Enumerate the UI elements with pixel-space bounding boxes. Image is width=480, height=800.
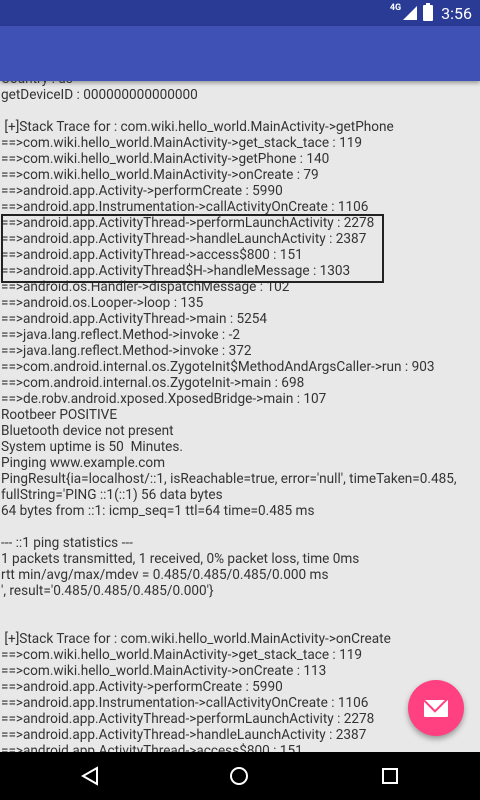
log-line: rtt min/avg/max/mdev = 0.485/0.485/0.485…: [1, 567, 329, 583]
status-bar: 4G 3:56: [0, 0, 480, 26]
email-fab-button[interactable]: [408, 680, 464, 736]
log-line: ', result='0.485/0.485/0.485/0.000'}: [1, 583, 214, 599]
log-line: Bluetooth device not present: [1, 423, 174, 439]
log-line: ==>android.os.Looper->loop : 135: [1, 295, 204, 311]
mail-icon: [424, 699, 448, 717]
log-line: ==>com.wiki.hello_world.MainActivity->ge…: [1, 151, 330, 167]
log-line: ==>com.wiki.hello_world.MainActivity->on…: [1, 167, 319, 183]
log-line: System uptime is 50 Minutes.: [1, 439, 183, 455]
log-line: [+]Stack Trace for : com.wiki.hello_worl…: [1, 119, 394, 135]
log-line: ==>android.app.ActivityThread->handleLau…: [1, 727, 367, 743]
log-line: ==>com.wiki.hello_world.MainActivity->ge…: [1, 647, 363, 663]
app-bar: [0, 26, 480, 81]
log-line: getDeviceID : 000000000000000: [1, 87, 198, 103]
log-line: Pinging www.example.com: [1, 455, 166, 471]
log-line: ==>android.app.ActivityThread->access$80…: [1, 743, 303, 752]
log-line: ==>de.robv.android.xposed.XposedBridge->…: [1, 391, 327, 407]
log-line: ==>android.app.ActivityThread->main : 52…: [1, 311, 268, 327]
log-line: ==>com.android.internal.os.ZygoteInit$Me…: [1, 359, 435, 375]
log-line: ==>android.app.Activity->performCreate :…: [1, 183, 283, 199]
log-line: ==>com.android.internal.os.ZygoteInit->m…: [1, 375, 305, 391]
recents-button[interactable]: [380, 766, 400, 786]
home-icon: [230, 767, 248, 785]
recents-icon: [382, 768, 398, 784]
log-text: Country : usgetDeviceID : 00000000000000…: [0, 81, 480, 752]
status-clock: 3:56: [441, 3, 472, 23]
log-line: Rootbeer POSITIVE: [1, 407, 118, 423]
navigation-bar: [0, 752, 480, 800]
log-line: ==>java.lang.reflect.Method->invoke : 37…: [1, 343, 252, 359]
log-line: ==>android.app.Activity->performCreate :…: [1, 679, 283, 695]
battery-icon: [423, 3, 434, 21]
log-line: ==>com.wiki.hello_world.MainActivity->on…: [1, 663, 327, 679]
home-button[interactable]: [229, 766, 249, 786]
signal-icon: [403, 6, 418, 20]
log-line: PingResult{ia=localhost/::1, isReachable…: [1, 471, 457, 487]
log-line: [+]Stack Trace for : com.wiki.hello_worl…: [1, 631, 391, 647]
status-icons: 4G 3:56: [390, 0, 472, 26]
log-line: fullString='PING ::1(::1) 56 data bytes: [1, 487, 223, 503]
log-line: 64 bytes from ::1: icmp_seq=1 ttl=64 tim…: [1, 503, 315, 519]
back-icon: [80, 766, 98, 786]
log-line: ==>android.app.Instrumentation->callActi…: [1, 199, 369, 215]
back-button[interactable]: [80, 766, 100, 786]
log-line: --- ::1 ping statistics ---: [1, 535, 133, 551]
highlight-box: [1, 214, 384, 283]
log-line: ==>java.lang.reflect.Method->invoke : -2: [1, 327, 240, 343]
log-output: Country : usgetDeviceID : 00000000000000…: [0, 81, 480, 752]
log-line: ==>com.wiki.hello_world.MainActivity->ge…: [1, 135, 363, 151]
log-line: 1 packets transmitted, 1 received, 0% pa…: [1, 551, 360, 567]
network-type-label: 4G: [389, 3, 402, 13]
